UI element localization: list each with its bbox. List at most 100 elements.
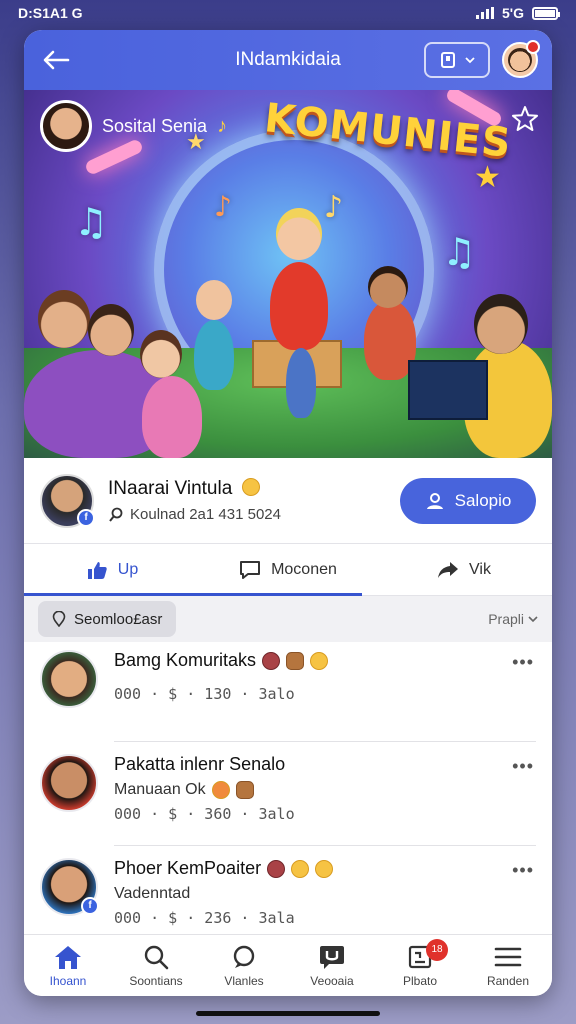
tab-vik[interactable]: Vik [376,544,552,595]
owner-avatar [40,100,92,152]
nav-chat[interactable]: Vlanles [200,935,288,996]
profile-avatar[interactable]: f [40,473,95,528]
member-avatar [40,650,98,708]
profile-action-label: Salopio [454,490,512,510]
more-options-button[interactable]: ••• [512,652,534,673]
app-window: INdamkidaia ♫ ♪ ♫ ♪ ★ ★ Sosital Senia ♪ … [24,30,552,996]
emoji-icon [235,781,254,799]
emoji-icon [211,781,230,799]
feed-list: Bamg Komuritaks 000 · $ · 130 · 3alo •••… [24,638,552,950]
nav-messages[interactable]: Veooaia [288,935,376,996]
tab-label: Moconen [271,560,337,578]
music-note-icon: ♪ [214,190,232,223]
verified-badge-icon: f [81,897,99,915]
feed-body: Pakatta inlenr Senalo Manuaan Ok 000 · $… [114,754,536,846]
community-owner[interactable]: Sosital Senia ♪ [40,100,227,152]
feed-body: Bamg Komuritaks 000 · $ · 130 · 3alo [114,650,536,742]
location-pin-icon [52,611,66,627]
nav-label: Soontians [129,973,183,988]
chevron-down-icon [528,616,538,623]
music-note-icon: ♪ [217,114,228,137]
profile-action-button[interactable]: Salopio [400,477,536,524]
profile-name: INaarai Vintula [108,478,233,499]
feed-stats: 000 · $ · 236 · 3ala [114,909,295,927]
comment-icon [240,560,261,579]
tab-label: Vik [469,560,491,578]
content-tabs: Up Moconen Vik [24,544,552,596]
user-avatar[interactable] [502,40,540,78]
audience-head [140,330,182,378]
list-item[interactable]: Pakatta inlenr Senalo Manuaan Ok 000 · $… [24,742,552,846]
chevron-down-icon [465,57,475,64]
emoji-icon [315,859,334,878]
music-note-icon: ♫ [442,230,477,274]
notification-badge: 18 [426,939,448,961]
header-actions [424,40,540,78]
share-icon [438,561,459,578]
home-indicator [196,1011,380,1016]
filter-chip-label: Seomloo£asr [74,610,163,628]
search-icon [144,945,169,969]
nav-label: Ihoann [49,973,87,988]
app-header: INdamkidaia [24,30,552,90]
smile-emoji-icon [241,478,260,496]
network-label: 5'G [501,5,524,21]
nav-search[interactable]: Soontians [112,935,200,996]
active-tab-indicator [24,593,362,596]
boy-head [196,280,232,320]
dancer-figure [270,262,328,350]
battery-icon [532,6,560,20]
feed-stats: 000 · $ · 360 · 3alo [114,805,295,823]
user-icon [426,492,443,509]
feed-title-row: Bamg Komuritaks [114,650,536,671]
music-note-icon: ♫ [74,200,109,244]
feed-stats: 000 · $ · 130 · 3alo [114,685,295,703]
tab-label: Up [117,560,139,578]
sort-dropdown[interactable]: Prapli [488,611,538,627]
dancer-head [276,208,322,260]
feed-title: Pakatta inlenr Senalo [114,754,286,774]
member-avatar: f [40,858,99,916]
audience-head [38,290,90,348]
bottom-navigation: Ihoann Soontians Vlanles Veooaia 18 Plba… [24,934,552,996]
nav-notifications[interactable]: 18 Plbato [376,935,464,996]
thumbs-up-icon [87,561,107,579]
nav-label: Vlanles [224,973,264,988]
emoji-icon [310,651,329,670]
producer-head [474,294,528,354]
feed-subtitle-row: Vadenntad [114,885,536,903]
feed-subtitle-row: Manuaan Ok [114,781,536,799]
filter-chip[interactable]: Seomloo£asr [38,601,177,637]
nav-label: Plbato [402,973,438,988]
search-icon [109,507,123,522]
emoji-icon [267,859,286,878]
status-bar: D:S1A1 G 5'G [0,0,576,26]
profile-name-row: INaarai Vintula [108,478,281,500]
list-item[interactable]: Bamg Komuritaks 000 · $ · 130 · 3alo ••• [24,638,552,742]
nav-label: Randen [486,973,530,988]
more-options-button[interactable]: ••• [512,756,534,777]
favorite-star-icon[interactable] [510,104,540,134]
emoji-icon [286,651,305,670]
profile-info: INaarai Vintula Koulnad 2a1 431 5024 [108,478,281,523]
member-avatar [40,754,98,812]
nav-home[interactable]: Ihoann [24,935,112,996]
menu-icon [494,947,522,966]
status-time: D:S1A1 G [18,5,83,21]
owner-name: Sosital Senia [102,115,208,136]
back-button[interactable] [38,42,74,78]
tab-up[interactable]: Up [24,544,200,595]
notification-dot [526,40,540,54]
nav-menu[interactable]: Randen [464,935,552,996]
guitarist-head [368,266,408,308]
feed-title-row: Pakatta inlenr Senalo [114,754,536,775]
view-switch-button[interactable] [424,42,490,78]
dancer-legs [286,348,316,418]
home-icon [55,945,81,969]
filter-bar: Seomloo£asr Prapli [24,596,552,642]
more-options-button[interactable]: ••• [512,860,534,881]
signal-icon [475,7,494,19]
tab-moconen[interactable]: Moconen [200,544,376,595]
profile-meta-text: Koulnad 2a1 431 5024 [130,506,281,523]
community-banner: ♫ ♪ ♫ ♪ ★ ★ Sosital Senia ♪ KOMUNIES [24,90,552,458]
